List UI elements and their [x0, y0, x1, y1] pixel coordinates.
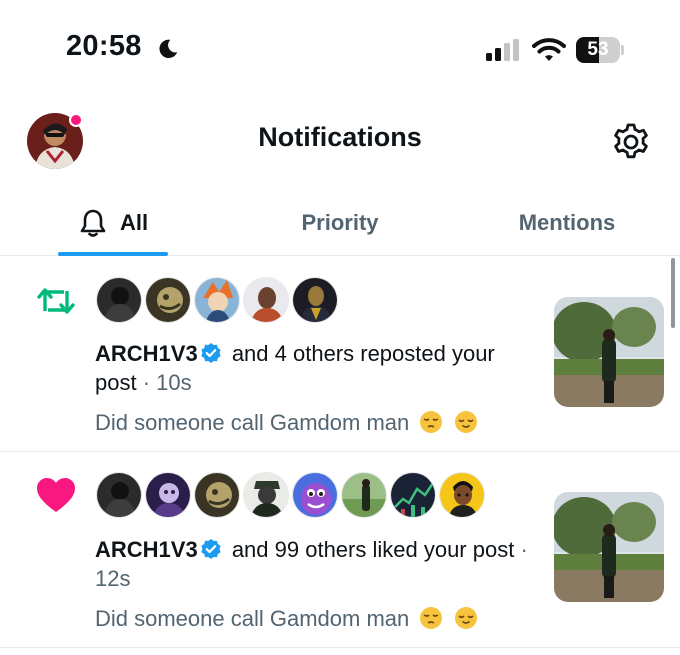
post-snippet-text: Did someone call Gamdom man	[95, 606, 410, 631]
pensive-face-emoji-icon	[420, 607, 443, 629]
actor-name[interactable]: ARCH1V3	[95, 537, 198, 562]
gear-icon[interactable]	[610, 121, 652, 163]
pensive-face-emoji-icon	[420, 411, 443, 433]
avatar[interactable]	[243, 277, 289, 323]
avatar[interactable]	[243, 472, 289, 518]
cellular-signal-icon	[486, 39, 519, 61]
page-title: Notifications	[258, 122, 422, 152]
relieved-face-emoji-icon	[454, 607, 477, 629]
notification-action: and 99 others liked your post	[225, 537, 515, 562]
post-snippet: Did someone call Gamdom man	[95, 606, 535, 632]
notification-time: 12s	[95, 566, 131, 591]
battery-cap	[621, 45, 624, 55]
post-snippet: Did someone call Gamdom man	[95, 410, 535, 436]
scrollbar[interactable]	[671, 258, 675, 328]
wifi-icon	[532, 38, 566, 61]
tab-mentions-label: Mentions	[518, 210, 616, 235]
avatar[interactable]	[390, 472, 436, 518]
bell-icon	[80, 209, 106, 237]
notification-item[interactable]: ARCH1V3 and 4 others reposted your post …	[0, 257, 680, 452]
post-thumbnail[interactable]	[554, 297, 664, 407]
tab-mentions[interactable]: Mentions	[497, 190, 637, 256]
avatar[interactable]	[194, 472, 240, 518]
avatar[interactable]	[341, 472, 387, 518]
avatar[interactable]	[96, 472, 142, 518]
battery-indicator: 53	[576, 37, 624, 63]
tab-all-label: All	[119, 210, 149, 235]
notification-item[interactable]: ARCH1V3 and 99 others liked your post · …	[0, 452, 680, 648]
avatar[interactable]	[292, 472, 338, 518]
relieved-face-emoji-icon	[454, 411, 477, 433]
moon-icon	[159, 39, 178, 59]
notification-text: ARCH1V3 and 4 others reposted your post …	[95, 339, 535, 397]
notification-tabs: All Priority Mentions	[0, 190, 680, 256]
notification-text: ARCH1V3 and 99 others liked your post · …	[95, 535, 535, 593]
notification-separator: ·	[514, 537, 528, 562]
actor-name[interactable]: ARCH1V3	[95, 341, 198, 366]
post-thumbnail[interactable]	[554, 492, 664, 602]
tab-priority-label: Priority	[301, 210, 379, 235]
avatar[interactable]	[96, 277, 142, 323]
verified-badge-icon	[201, 343, 221, 363]
verified-badge-icon	[201, 539, 221, 559]
actor-avatars	[96, 472, 488, 518]
notification-time: 10s	[156, 370, 192, 395]
post-snippet-text: Did someone call Gamdom man	[95, 410, 410, 435]
tab-all[interactable]: All	[58, 190, 168, 256]
avatar[interactable]	[194, 277, 240, 323]
avatar[interactable]	[145, 472, 191, 518]
avatar[interactable]	[145, 277, 191, 323]
heart-icon	[37, 478, 75, 512]
status-bar: 20:58 53	[0, 0, 680, 100]
repost-icon	[37, 288, 75, 314]
tab-priority[interactable]: Priority	[270, 190, 410, 256]
notification-separator: ·	[136, 370, 157, 395]
avatar[interactable]	[439, 472, 485, 518]
actor-avatars	[96, 277, 341, 323]
status-time: 20:58	[66, 30, 142, 62]
battery-level: 53	[587, 39, 609, 60]
avatar[interactable]	[292, 277, 338, 323]
active-tab-indicator	[58, 252, 168, 256]
